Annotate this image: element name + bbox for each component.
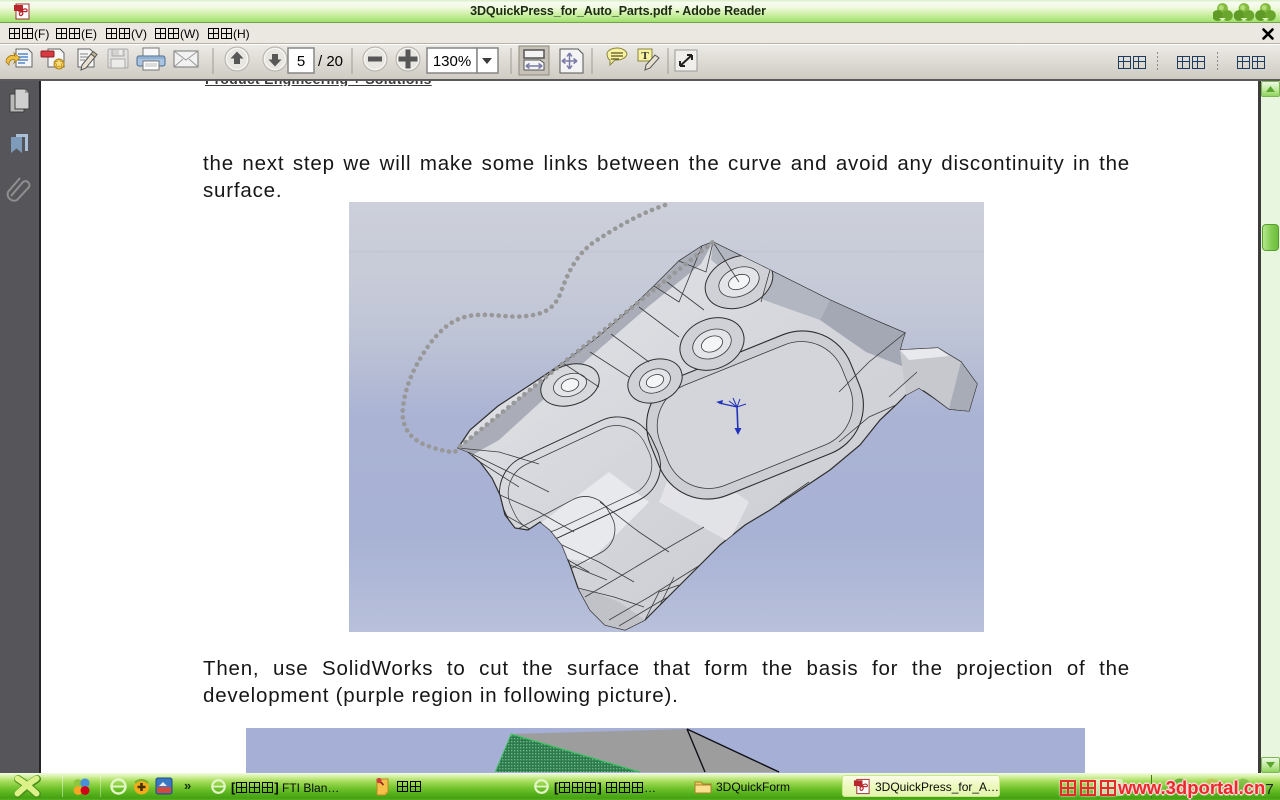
svg-text:T: T <box>641 50 649 62</box>
svg-text:5: 5 <box>297 53 305 70</box>
svg-text:130%: 130% <box>433 53 471 70</box>
svg-text:/ 20: / 20 <box>318 53 343 70</box>
